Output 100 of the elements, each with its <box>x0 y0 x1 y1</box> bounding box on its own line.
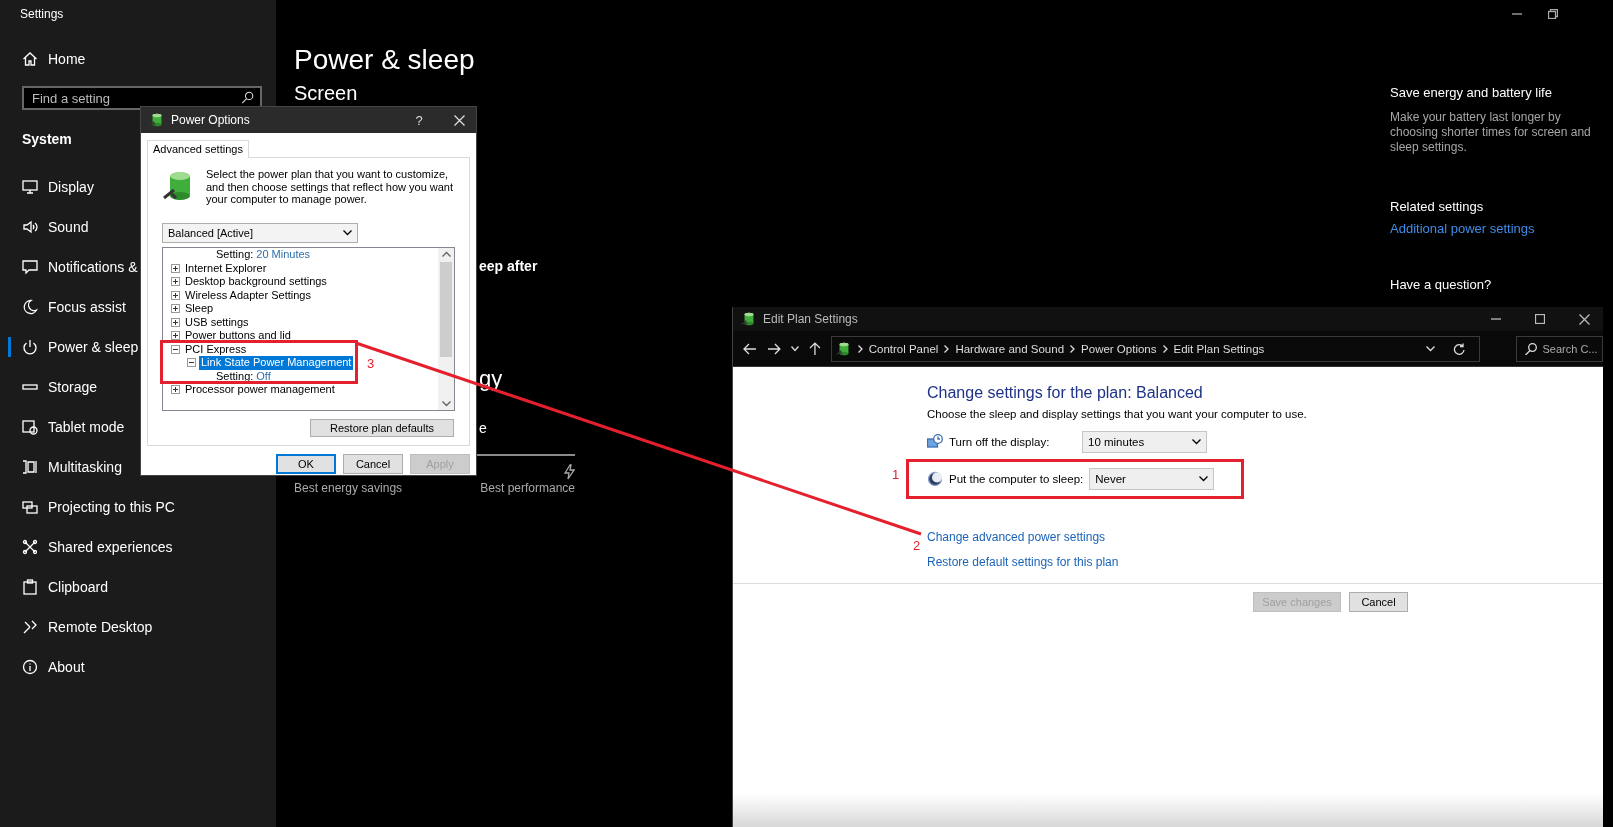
dialog-button[interactable]: Cancel <box>343 454 403 474</box>
chevron-down-icon <box>343 230 352 236</box>
tab[interactable]: Advanced settings <box>147 140 249 158</box>
search-icon <box>1524 342 1537 355</box>
chevron-right-icon <box>1162 344 1168 353</box>
setting-dropdown[interactable]: Never <box>1089 468 1215 490</box>
expand-icon[interactable] <box>171 331 180 341</box>
annotation-number: 1 <box>892 468 900 482</box>
chevron-down-icon <box>1199 476 1209 482</box>
address-bar[interactable]: Control Panel Hardware and Sound Power Options Edit Plan Settings <box>830 335 1480 362</box>
nav-item[interactable]: Tablet mode <box>0 407 276 447</box>
tree-item[interactable]: Sleep <box>183 302 216 316</box>
partial-label: eep after <box>479 257 538 276</box>
section-title: System <box>22 130 72 149</box>
nav-item[interactable]: About <box>0 647 276 687</box>
close-icon[interactable] <box>453 114 465 126</box>
plan-dropdown[interactable]: Balanced [Active] <box>162 223 358 243</box>
annotation-number: 3 <box>367 356 375 371</box>
tree-item[interactable]: Internet Explorer <box>183 261 269 275</box>
tablet-icon <box>22 419 38 435</box>
clipboard-icon <box>22 579 38 595</box>
additional-settings-link[interactable]: Additional power settings <box>1390 220 1535 238</box>
home-link[interactable]: Home <box>0 39 276 79</box>
breadcrumb[interactable]: Power Options <box>1081 342 1157 355</box>
setting-value[interactable]: 20 Minutes <box>256 248 311 262</box>
collapse-icon[interactable] <box>187 358 196 368</box>
monitor-icon <box>22 179 38 195</box>
tree-item[interactable]: Desktop background settings <box>183 275 329 289</box>
remote-desktop-icon <box>22 619 38 635</box>
page-title: Power & sleep <box>294 43 476 77</box>
up-arrow-icon[interactable] <box>808 341 821 356</box>
tree-item[interactable]: Wireless Adapter Settings <box>183 288 313 302</box>
chevron-down-icon <box>441 401 451 407</box>
chevron-down-icon <box>1192 439 1201 445</box>
dialog-title: Power Options <box>171 113 251 127</box>
slider-max-label: Best performance <box>480 480 575 496</box>
info-icon <box>22 659 38 675</box>
aside-heading: Have a question? <box>1390 276 1493 294</box>
form-button[interactable]: Cancel <box>1349 592 1408 612</box>
section-heading: Screen <box>294 81 359 105</box>
tree-item[interactable]: Processor power management <box>183 383 337 397</box>
search-box[interactable]: Search C... <box>1515 335 1603 362</box>
monitor-clock-icon <box>927 434 943 450</box>
page-heading: Change settings for the plan: Balanced <box>927 383 1204 403</box>
breadcrumb[interactable]: Edit Plan Settings <box>1173 342 1265 355</box>
help-button[interactable]: ? <box>402 112 436 128</box>
partial-text: e <box>479 419 487 437</box>
link[interactable]: Change advanced power settings <box>927 530 1106 544</box>
chevron-down-icon[interactable] <box>1425 345 1435 352</box>
setting-dropdown[interactable]: 10 minutes <box>1082 431 1207 453</box>
search-field[interactable]: Find a setting <box>22 86 262 110</box>
nav-item[interactable]: Clipboard <box>0 567 276 607</box>
nav-item[interactable]: Multitasking <box>0 447 276 487</box>
scrollbar[interactable] <box>438 248 454 410</box>
collapse-icon[interactable] <box>171 344 180 354</box>
aside-heading: Related settings <box>1390 198 1485 216</box>
expand-icon[interactable] <box>171 263 180 273</box>
tree-item[interactable]: PCI Express <box>183 342 249 356</box>
tree-item[interactable]: Power buttons and lid <box>183 329 293 343</box>
back-arrow-icon[interactable] <box>743 342 757 355</box>
expand-icon[interactable] <box>171 277 180 287</box>
dialog-button[interactable]: OK <box>276 454 336 474</box>
tree-item[interactable]: Link State Power Management <box>199 356 354 370</box>
link[interactable]: Restore default settings for this plan <box>927 555 1119 569</box>
chevron-down-icon[interactable] <box>790 345 799 352</box>
setting-label: Turn off the display: <box>949 436 1051 448</box>
maximize-icon[interactable] <box>1535 314 1545 324</box>
breadcrumb[interactable]: Control Panel <box>868 342 939 355</box>
search-field[interactable]: Search C... <box>1542 342 1599 355</box>
projection-icon <box>22 499 38 515</box>
nav-item[interactable]: Remote Desktop <box>0 607 276 647</box>
speaker-icon <box>22 219 38 235</box>
power-icon <box>22 339 38 355</box>
chevron-right-icon <box>857 344 863 353</box>
expand-icon[interactable] <box>171 317 180 327</box>
window-title: Edit Plan Settings <box>763 312 859 326</box>
close-icon[interactable] <box>1578 313 1590 325</box>
forward-arrow-icon[interactable] <box>766 342 781 355</box>
chevron-right-icon <box>1070 344 1076 353</box>
window-title: Settings <box>20 7 64 21</box>
restore-icon[interactable] <box>1548 9 1558 19</box>
expand-icon[interactable] <box>171 290 180 300</box>
lightning-icon <box>563 464 575 480</box>
expand-icon[interactable] <box>171 385 180 395</box>
nav-item[interactable]: Projecting to this PC <box>0 487 276 527</box>
breadcrumb[interactable]: Hardware and Sound <box>955 342 1065 355</box>
page-subtitle: Choose the sleep and display settings that you want your computer to use. <box>927 407 1308 422</box>
chevron-up-icon <box>441 251 451 257</box>
search-icon <box>241 91 254 104</box>
setting-label: Setting: <box>216 248 254 262</box>
refresh-icon[interactable] <box>1452 342 1465 355</box>
home-icon <box>22 51 38 67</box>
nav-item[interactable]: Shared experiences <box>0 527 276 567</box>
expand-icon[interactable] <box>171 304 180 314</box>
setting-value[interactable]: Off <box>256 369 271 383</box>
aside-heading: Save energy and battery life <box>1390 84 1553 102</box>
moon-icon <box>22 299 38 315</box>
setting-label: Put the computer to sleep: <box>949 473 1084 485</box>
restore-defaults-button[interactable]: Restore plan defaults <box>310 419 454 437</box>
tree-item[interactable]: USB settings <box>183 315 251 329</box>
